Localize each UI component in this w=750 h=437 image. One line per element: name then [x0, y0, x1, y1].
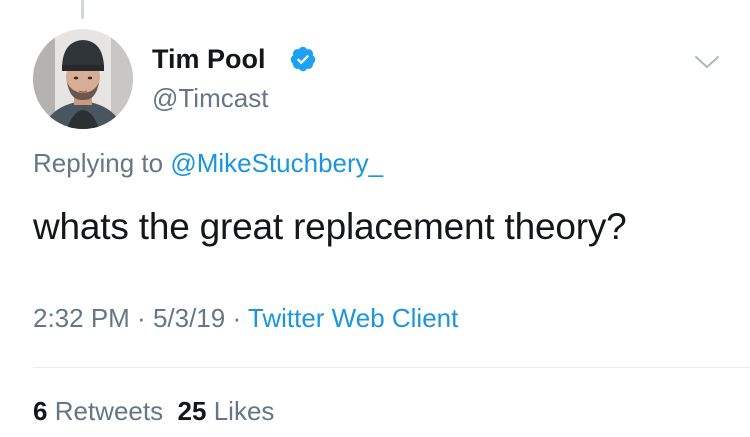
tweet-text: whats the great replacement theory? [33, 206, 627, 247]
replying-to-line: Replying to @MikeStuchbery_ [33, 147, 383, 179]
tweet-client-link[interactable]: Twitter Web Client [248, 303, 458, 333]
chevron-down-icon[interactable] [693, 52, 721, 72]
reply-mention-link[interactable]: @MikeStuchbery_ [170, 148, 383, 178]
verified-badge-icon [290, 46, 316, 72]
tweet-stats: 6 Retweets 25 Likes [33, 395, 274, 427]
thread-connector-line [81, 0, 84, 19]
replying-to-label: Replying to [33, 148, 171, 178]
retweets-stat[interactable]: 6 Retweets [33, 396, 163, 426]
likes-count: 25 [177, 396, 207, 426]
tweet-time[interactable]: 2:32 PM [33, 303, 130, 333]
stats-divider [33, 367, 750, 368]
likes-label: Likes [213, 396, 275, 426]
author-display-name[interactable]: Tim Pool [152, 42, 266, 76]
likes-stat[interactable]: 25 Likes [178, 396, 275, 426]
retweets-label: Retweets [54, 396, 164, 426]
avatar-image [33, 29, 133, 129]
author-handle[interactable]: @Timcast [152, 82, 268, 114]
meta-separator: · [225, 303, 248, 333]
meta-separator: · [129, 303, 153, 333]
tweet-metadata: 2:32 PM · 5/3/19 · Twitter Web Client [33, 302, 458, 334]
tweet-date[interactable]: 5/3/19 [153, 303, 225, 333]
retweets-count: 6 [33, 396, 48, 426]
avatar[interactable] [33, 29, 133, 129]
